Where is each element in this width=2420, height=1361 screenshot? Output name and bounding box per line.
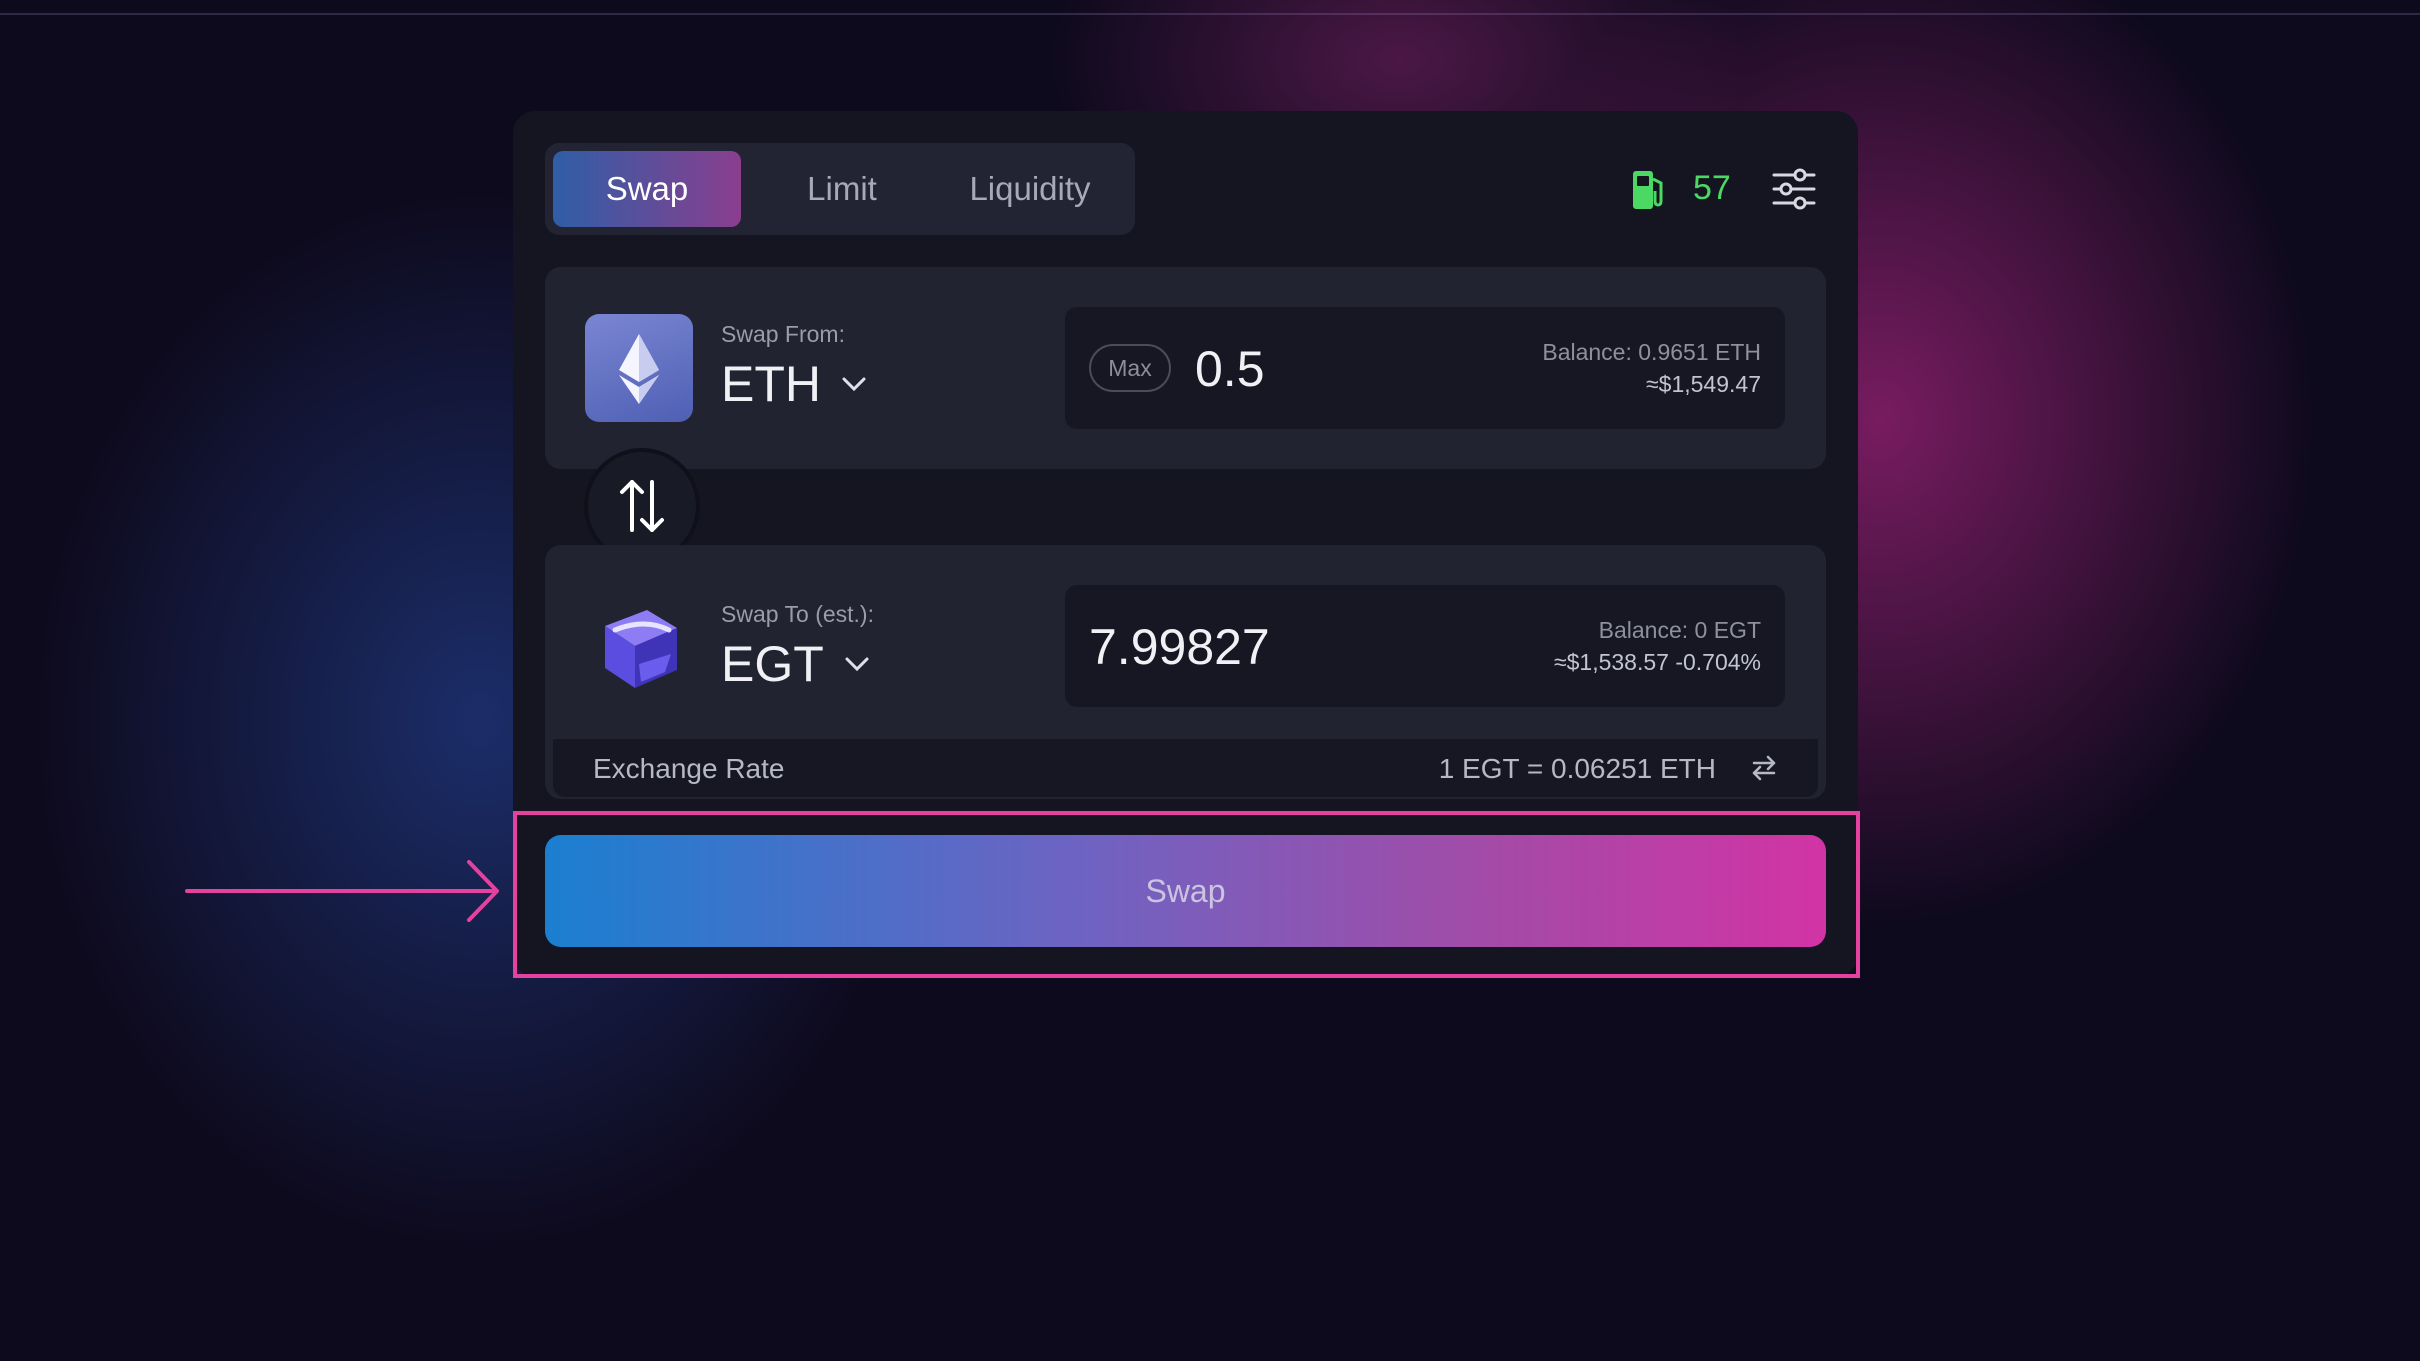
egt-cube-icon [585, 592, 693, 700]
exchange-rate-label: Exchange Rate [593, 753, 785, 784]
ethereum-icon [585, 314, 693, 422]
chevron-down-icon [845, 657, 869, 672]
swap-from-amount-input[interactable]: 0.5 [1195, 340, 1265, 398]
tab-swap[interactable]: Swap [553, 151, 741, 227]
tab-liquidity[interactable]: Liquidity [945, 151, 1115, 227]
swap-vertical-arrows-icon [620, 480, 664, 532]
gas-price: 57 [1693, 169, 1731, 207]
max-button[interactable]: Max [1089, 344, 1171, 392]
exchange-rate-row: Exchange Rate 1 EGT = 0.06251 ETH [553, 739, 1818, 797]
swap-to-amount-box: 7.99827 Balance: 0 EGT ≈$1,538.57 -0.704… [1065, 585, 1785, 707]
pointer-arrow-icon [185, 860, 499, 922]
swap-to-token: EGT [721, 636, 824, 692]
gas-pump-icon [1633, 171, 1663, 209]
swap-from-amount-box: Max 0.5 Balance: 0.9651 ETH ≈$1,549.47 [1065, 307, 1785, 429]
swap-horizontal-icon[interactable] [1750, 754, 1778, 782]
tab-limit[interactable]: Limit [767, 151, 917, 227]
top-divider [0, 13, 2420, 15]
swap-to-token-selector[interactable]: EGT [721, 635, 870, 693]
swap-to-amount: 7.99827 [1089, 619, 1270, 675]
swap-to-usd-value: ≈$1,538.57 -0.704% [1554, 649, 1761, 675]
swap-from-label: Swap From: [721, 321, 845, 347]
swap-from-token: ETH [721, 356, 821, 412]
swap-from-usd-value: ≈$1,549.47 [1646, 371, 1761, 397]
swap-from-token-selector[interactable]: ETH [721, 355, 867, 413]
highlight-box [513, 811, 1860, 978]
tab-bar: Swap Limit Liquidity [545, 143, 1135, 235]
chevron-down-icon [842, 377, 866, 392]
exchange-rate-value: 1 EGT = 0.06251 ETH [1438, 753, 1716, 784]
swap-to-label: Swap To (est.): [721, 601, 874, 627]
sliders-icon[interactable] [1770, 165, 1818, 213]
swap-from-balance: Balance: 0.9651 ETH [1542, 339, 1761, 365]
swap-from-panel: Swap From: ETH Max 0.5 Balance: 0.9651 E… [545, 267, 1826, 469]
swap-to-balance: Balance: 0 EGT [1598, 617, 1761, 643]
